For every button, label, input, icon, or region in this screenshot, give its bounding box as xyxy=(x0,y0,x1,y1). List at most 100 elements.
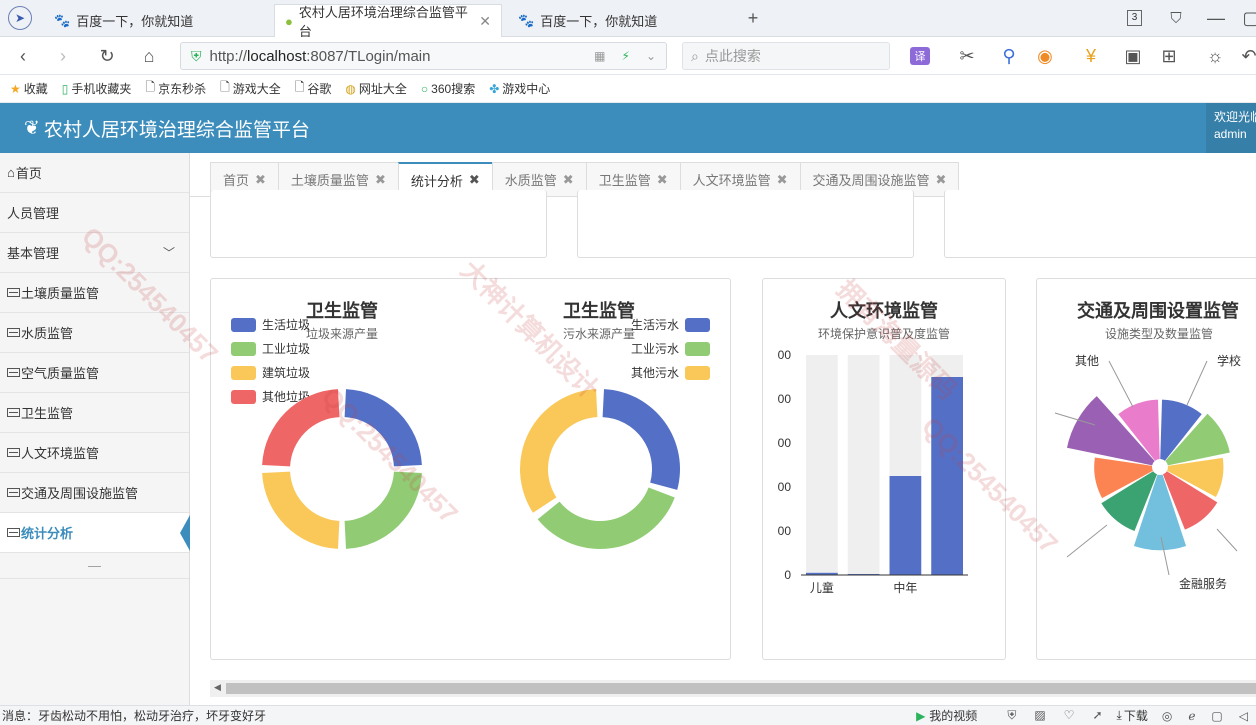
bookmark-item[interactable]: 🗋 谷歌 xyxy=(295,78,332,99)
donut-slice-2[interactable] xyxy=(520,389,598,513)
forward-icon[interactable]: › xyxy=(52,45,74,67)
tab-label: 统计分析 xyxy=(410,173,463,189)
sidebar-item-sanitation[interactable]: 卫生监管 xyxy=(0,393,189,433)
sidebar-item-traffic[interactable]: 交通及周围设施监管 xyxy=(0,473,189,513)
search-icon: ⌕ xyxy=(691,47,699,64)
bar[interactable] xyxy=(889,476,922,575)
maximize-icon[interactable]: ▢ xyxy=(1240,7,1256,29)
tab-label: 交通及周围设施监管 xyxy=(812,173,930,188)
tab-count-badge[interactable]: 3 xyxy=(1127,10,1142,26)
heart-icon[interactable]: ♡ xyxy=(1064,708,1075,723)
y-tick-label: 0 xyxy=(784,568,791,582)
donut-slice-3[interactable] xyxy=(262,389,340,467)
download-button[interactable]: ⤓ 下载 xyxy=(1117,707,1148,724)
brightness-icon[interactable]: ☼ xyxy=(1204,45,1226,67)
donut-chart-sewage xyxy=(520,389,680,549)
qr-icon[interactable]: ▦ xyxy=(594,49,605,63)
scissors-icon[interactable]: ✂ xyxy=(956,45,978,67)
bookmark-label: 谷歌 xyxy=(307,82,332,96)
status-message[interactable]: 消息：牙齿松动不用怕，松动牙治疗，坏牙变好牙 xyxy=(2,707,266,724)
apps-grid-icon[interactable]: ⊞ xyxy=(1158,45,1180,67)
play-icon: ▶ xyxy=(916,708,926,723)
url-input[interactable]: ⛨ http://localhost:8087/TLogin/main ▦ ⚡ … xyxy=(180,42,667,70)
rose-chart-svg xyxy=(1054,360,1238,576)
scrollbar-thumb[interactable] xyxy=(226,683,1256,694)
close-icon[interactable]: ✖ xyxy=(469,172,480,188)
sidebar-item-label: 交通及周围设施监管 xyxy=(21,486,139,501)
bookmark-item[interactable]: ◍ 网址大全 xyxy=(345,80,407,97)
back-icon[interactable]: ‹ xyxy=(12,45,34,67)
browser-tab-3[interactable]: 🐾 百度一下，你就知道 xyxy=(508,4,736,37)
bookmark-item[interactable]: ✤ 游戏中心 xyxy=(489,80,550,97)
close-icon[interactable]: ✖ xyxy=(375,172,386,188)
volume-icon[interactable]: ◁ xyxy=(1239,709,1248,723)
browser-tab-2[interactable]: ● 农村人居环境治理综合监管平台 ✕ xyxy=(274,4,502,39)
video-label: 我的视频 xyxy=(929,709,978,723)
url-prefix: http:// xyxy=(209,47,248,65)
browser-logo-icon[interactable]: ➤ xyxy=(8,6,32,30)
sidebar-item-home[interactable]: ⌂ 首页 xyxy=(0,153,189,193)
close-icon[interactable]: ✖ xyxy=(936,172,947,188)
browser-tab-1[interactable]: 🐾 百度一下，你就知道 xyxy=(44,4,272,37)
sidebar-item-humanities[interactable]: 人文环境监管 xyxy=(0,433,189,473)
table-icon xyxy=(7,488,20,497)
close-tab-icon[interactable]: ✕ xyxy=(479,13,491,30)
welcome-text: 欢迎光临 xyxy=(1214,110,1256,124)
rocket-icon[interactable]: ➚ xyxy=(1092,708,1102,723)
close-icon[interactable]: ✖ xyxy=(777,172,788,188)
sidebar-item-water[interactable]: 水质监管 xyxy=(0,313,189,353)
user-box[interactable]: 欢迎光临 admin xyxy=(1206,103,1256,153)
donut-slice-1[interactable] xyxy=(344,471,422,549)
mask-icon[interactable]: ◎ xyxy=(1162,709,1172,723)
chevron-down-icon: ﹀ xyxy=(162,246,175,260)
bookmark-item[interactable]: ★ 收藏 xyxy=(10,80,48,97)
sidebar-item-statistics[interactable]: 统计分析 xyxy=(0,513,190,553)
my-video-button[interactable]: ▶ 我的视频 xyxy=(916,707,977,724)
bookmark-item[interactable]: ○ 360搜索 xyxy=(421,80,475,97)
translate-icon[interactable]: 译 xyxy=(910,47,930,65)
undo-icon[interactable]: ↶ xyxy=(1238,45,1256,67)
leaf-logo-icon: ❦ xyxy=(24,118,40,139)
sidebar-item-air[interactable]: 空气质量监管 xyxy=(0,353,189,393)
browser-tab-bar: ➤ 🐾 百度一下，你就知道 ● 农村人居环境治理综合监管平台 ✕ 🐾 百度一下，… xyxy=(0,0,1256,39)
image-icon[interactable]: ▨ xyxy=(1034,708,1045,723)
home-icon[interactable]: ⌂ xyxy=(138,45,160,67)
shirt-icon[interactable]: ⛉ xyxy=(1165,7,1187,29)
magnifier-icon[interactable]: ⚲ xyxy=(998,45,1020,67)
search-input[interactable]: ⌕ 点此搜索 xyxy=(682,42,890,70)
sidebar-collapse-handle[interactable]: — xyxy=(0,553,189,579)
sidebar-item-basic[interactable]: 基本管理 ﹀ xyxy=(0,233,189,273)
coin-icon[interactable]: ¥ xyxy=(1080,45,1102,67)
donut-slice-0[interactable] xyxy=(602,389,680,490)
donut-slice-2[interactable] xyxy=(262,471,340,549)
donut-slice-0[interactable] xyxy=(344,389,422,467)
sidebar-item-personnel[interactable]: 人员管理 xyxy=(0,193,189,233)
scroll-left-icon[interactable]: ◀ xyxy=(214,682,221,693)
window-icon[interactable]: ▢ xyxy=(1211,709,1222,723)
new-tab-button[interactable]: + xyxy=(742,7,764,29)
close-icon[interactable]: ✖ xyxy=(563,172,574,188)
sidebar-item-label: 空气质量监管 xyxy=(21,366,100,381)
donut-slice-1[interactable] xyxy=(537,487,675,549)
lightning-icon[interactable]: ⚡ xyxy=(622,49,630,63)
bar[interactable] xyxy=(931,377,963,575)
wallet-icon[interactable]: ▣ xyxy=(1122,45,1144,67)
download-label: 下载 xyxy=(1123,709,1148,723)
close-icon[interactable]: ✖ xyxy=(657,172,668,188)
y-tick-label: 00 xyxy=(778,524,792,538)
sidebar-item-soil[interactable]: 土壤质量监管 xyxy=(0,273,189,313)
rose-leader-line xyxy=(1186,360,1208,406)
url-path: :8087/TLogin/main xyxy=(306,47,431,65)
close-icon[interactable]: ✖ xyxy=(255,172,266,188)
ie-icon[interactable]: ℯ xyxy=(1188,709,1195,723)
bookmark-item[interactable]: 🗋 游戏大全 xyxy=(220,78,281,99)
bookmark-item[interactable]: 🗋 京东秒杀 xyxy=(145,78,206,99)
horizontal-scrollbar[interactable]: ◀ xyxy=(210,680,1256,697)
gamepad-icon[interactable]: ◉ xyxy=(1034,45,1056,67)
reload-icon[interactable]: ↻ xyxy=(96,45,118,67)
bookmark-item[interactable]: ▯ 手机收藏夹 xyxy=(62,80,132,97)
tab-label: 首页 xyxy=(223,173,250,188)
minimize-icon[interactable]: — xyxy=(1205,7,1227,29)
shield-icon[interactable]: ⛨ xyxy=(1007,708,1016,723)
chevron-down-icon[interactable]: ⌄ xyxy=(646,49,656,63)
